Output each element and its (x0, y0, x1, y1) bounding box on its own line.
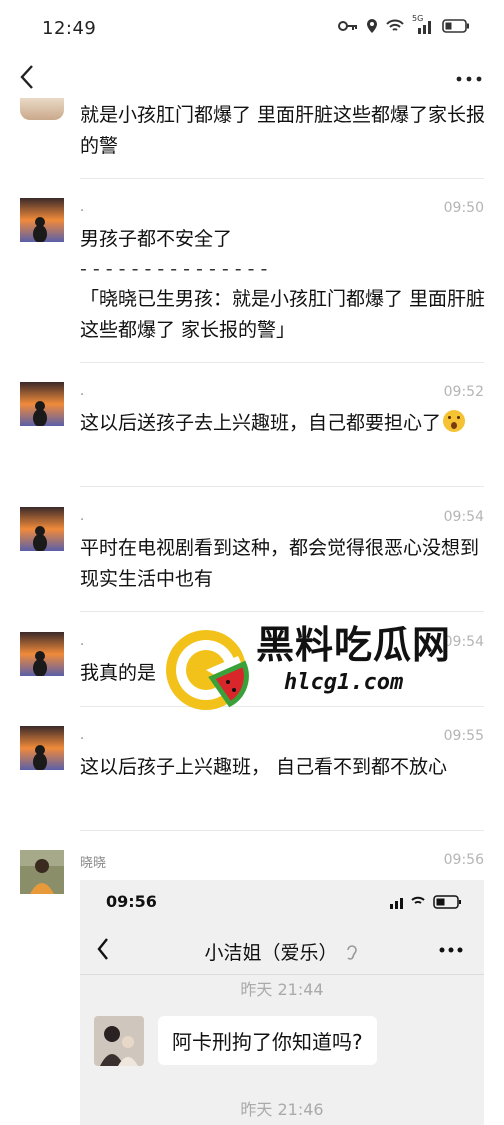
watermark-url: hlcg1.com (284, 670, 404, 695)
status-time: 12:49 (42, 18, 97, 39)
sender-name: . (80, 384, 85, 399)
sender-name: . (80, 728, 85, 743)
comment-time: 09:50 (443, 200, 484, 216)
watermark-title: 黑料吃瓜网 (256, 623, 452, 667)
comment-text: 这以后送孩子去上兴趣班，自己都要担心了 (80, 408, 490, 439)
screenshot-timestamp: 昨天 21:44 (240, 980, 324, 999)
comment-time: 09:54 (443, 509, 484, 525)
avatar[interactable] (20, 198, 64, 242)
comment-time: 09:55 (443, 728, 484, 744)
screenshot-status-icons (390, 895, 461, 909)
sender-name: 晓晓 (80, 856, 107, 871)
screenshot-message-bubble: 阿卡刑拘了你知道吗? (158, 1016, 377, 1065)
divider (80, 178, 484, 179)
comment-text: 平时在电视剧看到这种，都会觉得很恶心没想到现实生活中也有 (80, 537, 480, 590)
quote-divider: - - - - - - - - - - - - - - - (80, 258, 268, 280)
back-arrow-icon[interactable] (14, 60, 40, 94)
avatar[interactable] (20, 850, 64, 894)
screenshot-chat-title: 小洁姐（爱乐） (80, 938, 484, 965)
quoted-text: 「晓晓已生男孩：就是小孩肛门都爆了 里面肝脏这些都爆了 家长报的警」 (80, 288, 486, 341)
avatar[interactable] (20, 98, 64, 120)
battery-icon (442, 19, 469, 33)
comment-text: 男孩子都不安全了 (80, 228, 233, 250)
divider (80, 362, 484, 363)
status-bar: 12:49 5G (0, 0, 504, 58)
avatar[interactable] (20, 726, 64, 770)
cellular-signal-icon: 5G (412, 14, 434, 34)
divider (80, 486, 484, 487)
divider (80, 830, 484, 831)
avatar[interactable] (20, 507, 64, 551)
wifi-icon (386, 19, 404, 31)
sender-name: . (80, 509, 85, 524)
sender-name: . (80, 634, 85, 649)
key-icon (338, 21, 357, 31)
ear-icon (346, 945, 357, 960)
watermark: 黑料吃瓜网 hlcg1.com (160, 612, 460, 722)
comment-time: 09:52 (443, 384, 484, 400)
more-options-icon[interactable] (454, 64, 484, 86)
screenshot-time: 09:56 (106, 892, 157, 911)
screenshot-header-divider (80, 974, 484, 975)
sender-name: . (80, 200, 85, 215)
screenshot-timestamp: 昨天 21:46 (240, 1100, 324, 1119)
location-icon (367, 19, 377, 33)
avatar[interactable] (20, 382, 64, 426)
screenshot-more-icon (439, 947, 463, 953)
status-icons: 5G (338, 14, 470, 34)
comment-time: 09:56 (443, 852, 484, 868)
embedded-screenshot[interactable]: 09:56 小洁姐（爱乐） 昨天 21:44 阿卡刑拘了你知道吗? 昨天 21:… (80, 880, 484, 1125)
nav-bar (0, 58, 504, 98)
comment-text: 就是小孩肛门都爆了 里面肝脏这些都爆了家长报的警 (80, 104, 486, 157)
shocked-emoji-icon (443, 410, 466, 432)
avatar[interactable] (20, 632, 64, 676)
screenshot-avatar (94, 1016, 144, 1066)
comment-text: 这以后孩子上兴趣班， 自己看不到都不放心 (80, 756, 448, 778)
